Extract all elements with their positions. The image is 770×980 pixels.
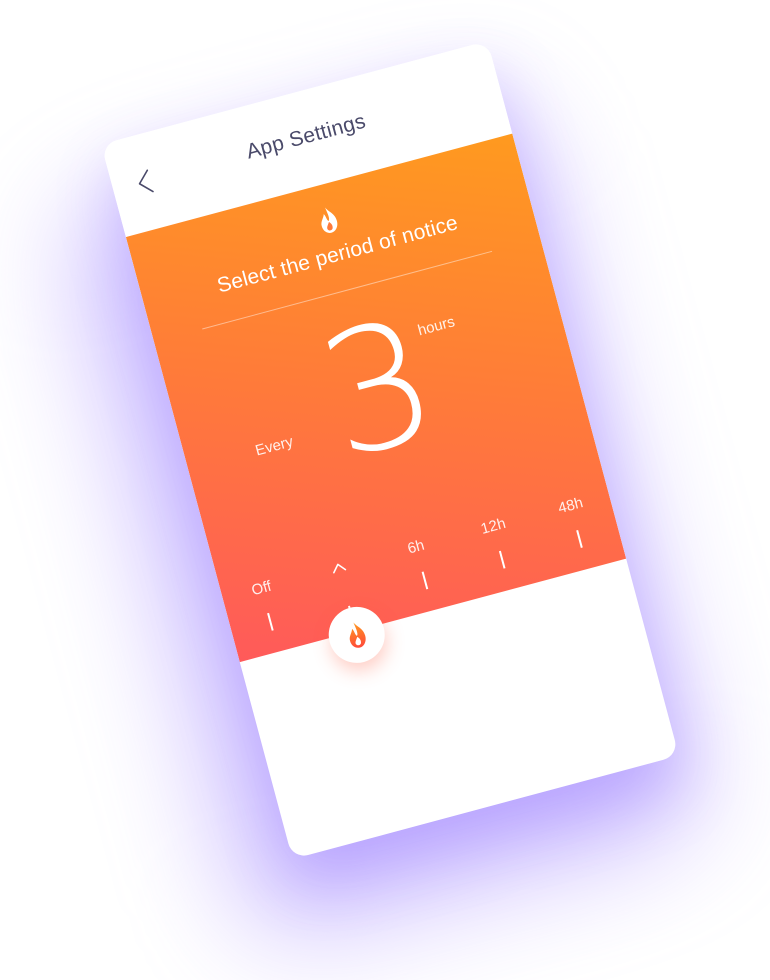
flame-icon	[321, 207, 338, 233]
tick-label: 48h	[556, 494, 585, 518]
tick-mark	[421, 571, 428, 590]
tick-6h[interactable]: 6h	[385, 531, 456, 597]
prefix-label: Every	[253, 433, 295, 460]
tick-label: Off	[249, 577, 274, 600]
period-scale[interactable]: Off 6h 12h 48h	[211, 452, 621, 642]
tick-off[interactable]: Off	[230, 573, 301, 639]
stage: App Settings Select the period of notice…	[0, 0, 770, 980]
tick-label: 12h	[478, 514, 508, 538]
flame-icon	[349, 622, 366, 648]
unit-label: hours	[416, 313, 457, 340]
tick-mark	[499, 550, 506, 569]
tick-12h[interactable]: 12h	[462, 510, 533, 576]
tick-mark	[576, 530, 583, 548]
phone-screen: App Settings Select the period of notice…	[101, 40, 679, 860]
tick-mark	[267, 612, 274, 631]
tick-48h[interactable]: 48h	[539, 490, 610, 556]
tick-label: 6h	[405, 536, 427, 558]
